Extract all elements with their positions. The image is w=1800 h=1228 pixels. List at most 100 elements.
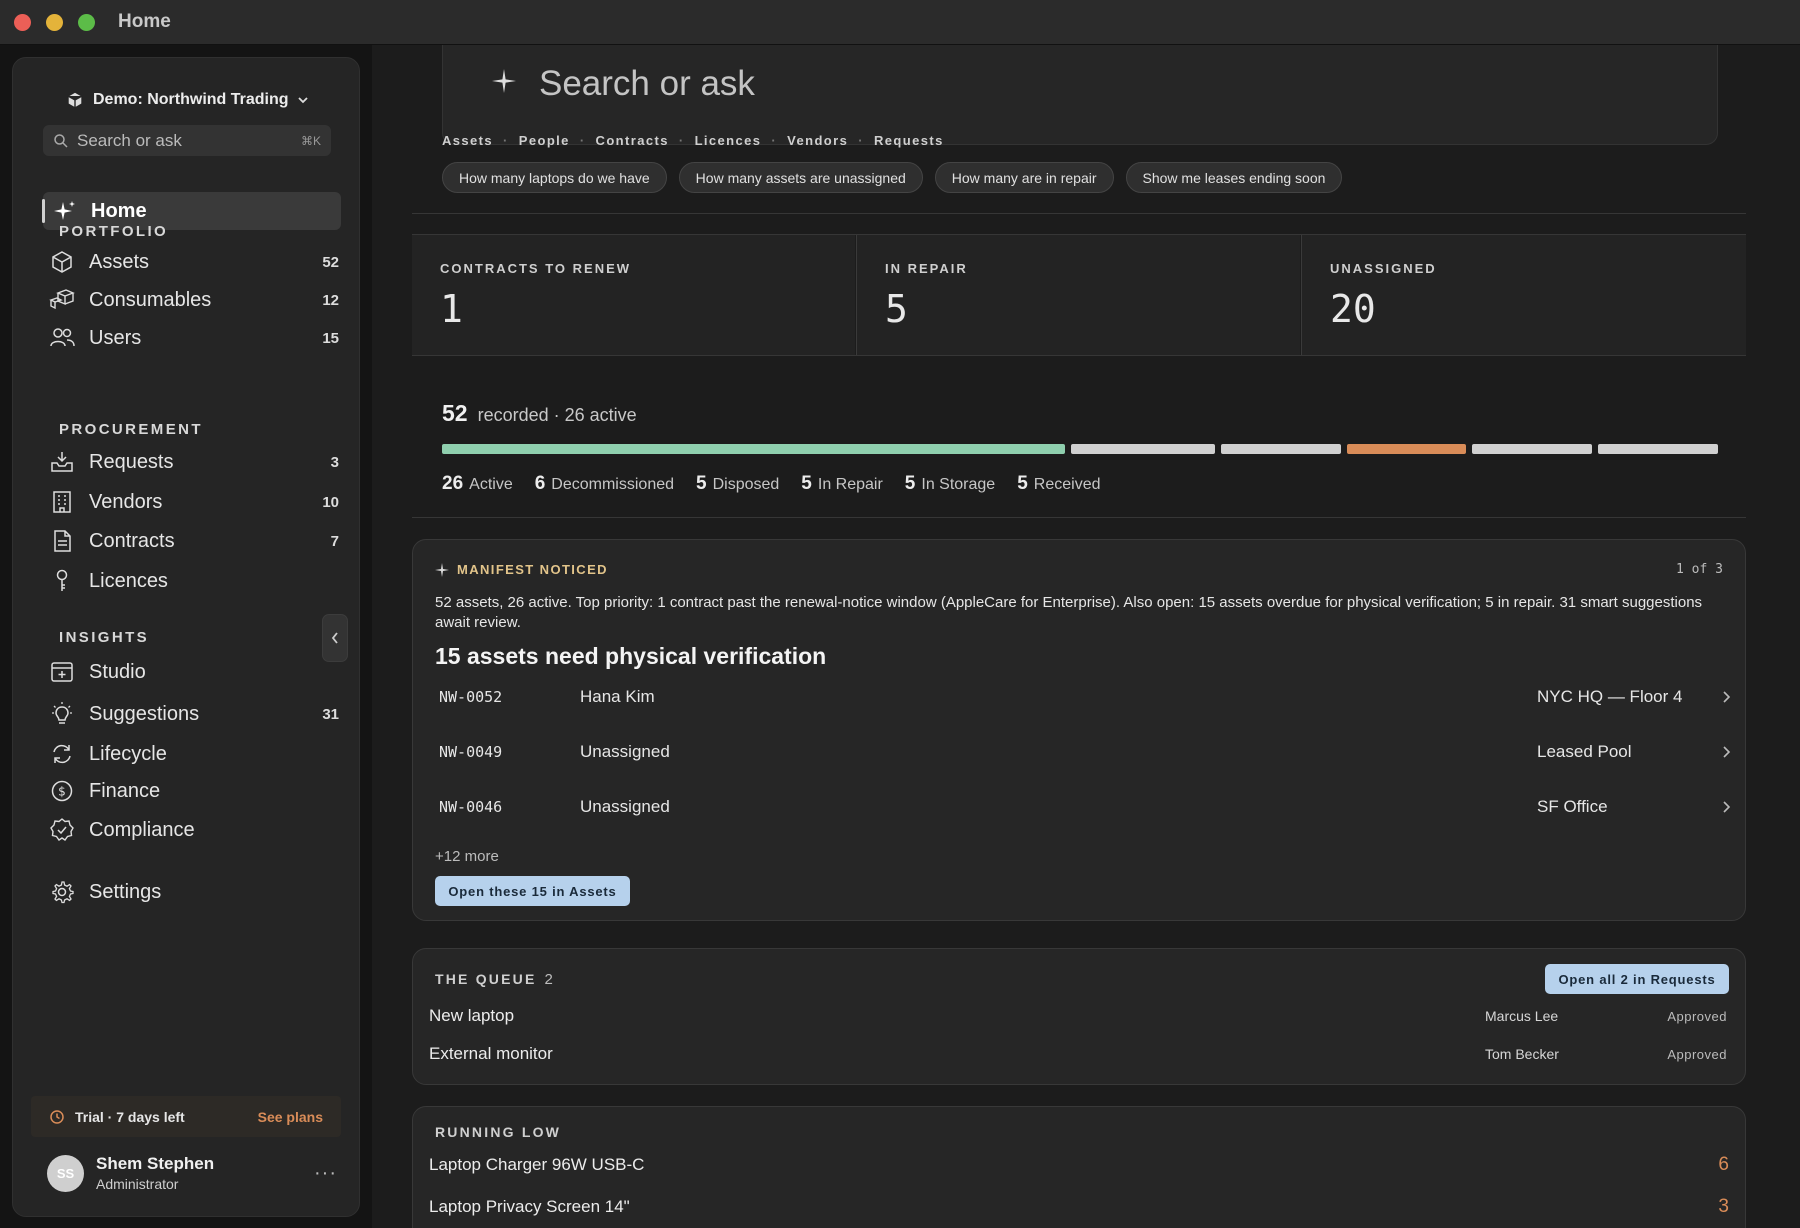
suggestion-chip[interactable]: How many assets are unassigned <box>678 162 923 193</box>
legend-label: In Repair <box>817 476 883 493</box>
legend-item[interactable]: 5 In Repair <box>801 473 883 495</box>
quick-link-people[interactable]: People <box>519 133 570 148</box>
stat-unassigned[interactable]: UNASSIGNED 20 <box>1301 235 1746 355</box>
quick-links: Assets · People · Contracts · Licences · Ven… <box>442 133 944 148</box>
sidebar-item-settings[interactable]: Settings <box>49 876 339 908</box>
user-role: Administrator <box>96 1176 179 1192</box>
separator: · <box>771 133 778 148</box>
status-badge: Approved <box>1667 1046 1727 1062</box>
sidebar-item-suggestions[interactable]: Suggestions 31 <box>49 698 339 730</box>
collapse-sidebar-button[interactable] <box>322 614 348 662</box>
legend-item[interactable]: 5 Disposed <box>696 473 779 495</box>
stat-label: CONTRACTS TO RENEW <box>440 261 632 276</box>
request-name: External monitor <box>429 1044 553 1063</box>
document-icon <box>54 530 71 552</box>
user-profile[interactable]: SS Shem Stephen Administrator ··· <box>47 1151 337 1195</box>
quick-link-vendors[interactable]: Vendors <box>787 133 848 148</box>
close-window-button[interactable] <box>14 14 31 31</box>
sidebar-item-label: Contracts <box>89 529 175 552</box>
sidebar-item-compliance[interactable]: Compliance <box>49 814 339 846</box>
manifest-pager[interactable]: 1 of 3 <box>1676 562 1723 577</box>
sidebar-item-label: Suggestions <box>89 702 200 725</box>
suggestion-chip[interactable]: How many laptops do we have <box>442 162 667 193</box>
separator: · <box>579 133 586 148</box>
section-heading-insights: INSIGHTS <box>59 629 150 646</box>
lightbulb-icon <box>52 702 72 724</box>
manifest-heading-text: MANIFEST NOTICED <box>457 562 608 577</box>
list-item[interactable]: External monitor Tom Becker Approved <box>429 1041 1729 1067</box>
workspace-name: Demo: Northwind Trading <box>93 91 289 108</box>
ask-input[interactable]: Search or ask <box>442 45 1718 145</box>
gear-icon <box>52 881 74 904</box>
legend-item[interactable]: 5 In Storage <box>905 473 995 495</box>
trial-text: Trial · 7 days left <box>75 1108 185 1125</box>
sidebar-search-input[interactable]: Search or ask ⌘K <box>43 125 331 156</box>
quick-link-assets[interactable]: Assets <box>442 133 493 148</box>
consumable-name: Laptop Privacy Screen 14" <box>429 1197 630 1216</box>
sidebar-item-licences[interactable]: Licences <box>49 565 339 597</box>
chevron-right-icon <box>1723 691 1731 703</box>
sidebar-item-assets[interactable]: Assets 52 <box>49 246 339 278</box>
sidebar-item-requests[interactable]: Requests 3 <box>49 446 339 478</box>
quick-link-requests[interactable]: Requests <box>874 133 944 148</box>
asset-location: SF Office <box>1537 797 1608 816</box>
sidebar-item-users[interactable]: Users 15 <box>49 322 339 354</box>
open-in-assets-button[interactable]: Open these 15 in Assets <box>435 876 630 906</box>
open-all-requests-button[interactable]: Open all 2 in Requests <box>1545 964 1729 994</box>
sidebar-item-count: 15 <box>322 329 339 347</box>
asset-assignee: Unassigned <box>580 797 670 816</box>
sidebar-item-count: 52 <box>322 253 339 271</box>
zoom-window-button[interactable] <box>78 14 95 31</box>
workspace-switcher[interactable]: Demo: Northwind Trading <box>65 90 309 110</box>
see-plans-link[interactable]: See plans <box>258 1109 323 1125</box>
queue-card: THE QUEUE 2 Open all 2 in Requests New la… <box>412 948 1746 1085</box>
status-legend: 26 Active 6 Decommissioned 5 Disposed 5 In R… <box>442 473 1100 495</box>
sidebar-item-consumables[interactable]: Consumables 12 <box>49 284 339 316</box>
clock-icon <box>50 1109 64 1124</box>
list-item[interactable]: Laptop Charger 96W USB-C 6 <box>429 1152 1729 1178</box>
separator: · <box>678 133 685 148</box>
quick-link-contracts[interactable]: Contracts <box>596 133 669 148</box>
quick-link-licences[interactable]: Licences <box>695 133 762 148</box>
status-distribution-bar <box>442 444 1719 454</box>
queue-heading: THE QUEUE 2 <box>435 971 553 988</box>
stat-contracts-to-renew[interactable]: CONTRACTS TO RENEW 1 <box>412 235 855 355</box>
more-rows-link[interactable]: +12 more <box>435 848 499 865</box>
stat-value: 20 <box>1330 287 1376 331</box>
stat-in-repair[interactable]: IN REPAIR 5 <box>856 235 1300 355</box>
sidebar-item-finance[interactable]: $ Finance <box>49 775 339 807</box>
section-heading-procurement: PROCUREMENT <box>59 421 203 438</box>
stat-value: 5 <box>885 287 908 331</box>
list-item[interactable]: New laptop Marcus Lee Approved <box>429 1003 1729 1029</box>
key-icon <box>56 569 68 591</box>
running-low-heading: RUNNING LOW <box>435 1124 562 1140</box>
cube-icon <box>67 91 83 109</box>
sidebar-item-studio[interactable]: Studio <box>49 656 339 688</box>
sidebar-item-label: Compliance <box>89 818 195 841</box>
sidebar-item-label: Lifecycle <box>89 742 167 765</box>
status-bar-segment <box>1346 444 1467 454</box>
table-row[interactable]: NW-0052 Hana Kim NYC HQ — Floor 4 <box>439 682 1731 712</box>
more-options-icon[interactable]: ··· <box>314 1162 337 1185</box>
separator: · <box>503 133 509 148</box>
asset-location: NYC HQ — Floor 4 <box>1537 687 1683 706</box>
asset-id: NW-0049 <box>439 743 503 761</box>
sidebar-item-vendors[interactable]: Vendors 10 <box>49 486 339 518</box>
sidebar-item-lifecycle[interactable]: Lifecycle <box>49 738 339 770</box>
sidebar: Demo: Northwind Trading Search or ask ⌘K… <box>12 57 360 1217</box>
status-bar-segment <box>1220 444 1341 454</box>
table-row[interactable]: NW-0046 Unassigned SF Office <box>439 792 1731 822</box>
legend-item[interactable]: 6 Decommissioned <box>535 473 674 495</box>
list-item[interactable]: Laptop Privacy Screen 14" 3 <box>429 1194 1729 1220</box>
minimize-window-button[interactable] <box>46 14 63 31</box>
legend-item[interactable]: 5 Received <box>1017 473 1100 495</box>
ask-placeholder: Search or ask <box>539 64 755 103</box>
legend-item[interactable]: 26 Active <box>442 473 513 495</box>
table-row[interactable]: NW-0049 Unassigned Leased Pool <box>439 737 1731 767</box>
suggestion-chip[interactable]: How many are in repair <box>934 162 1114 193</box>
legend-label: In Storage <box>921 476 996 493</box>
request-person: Tom Becker <box>1485 1046 1559 1062</box>
suggestion-chip[interactable]: Show me leases ending soon <box>1125 162 1343 193</box>
sidebar-item-contracts[interactable]: Contracts 7 <box>49 525 339 557</box>
boxes-icon <box>49 289 75 310</box>
